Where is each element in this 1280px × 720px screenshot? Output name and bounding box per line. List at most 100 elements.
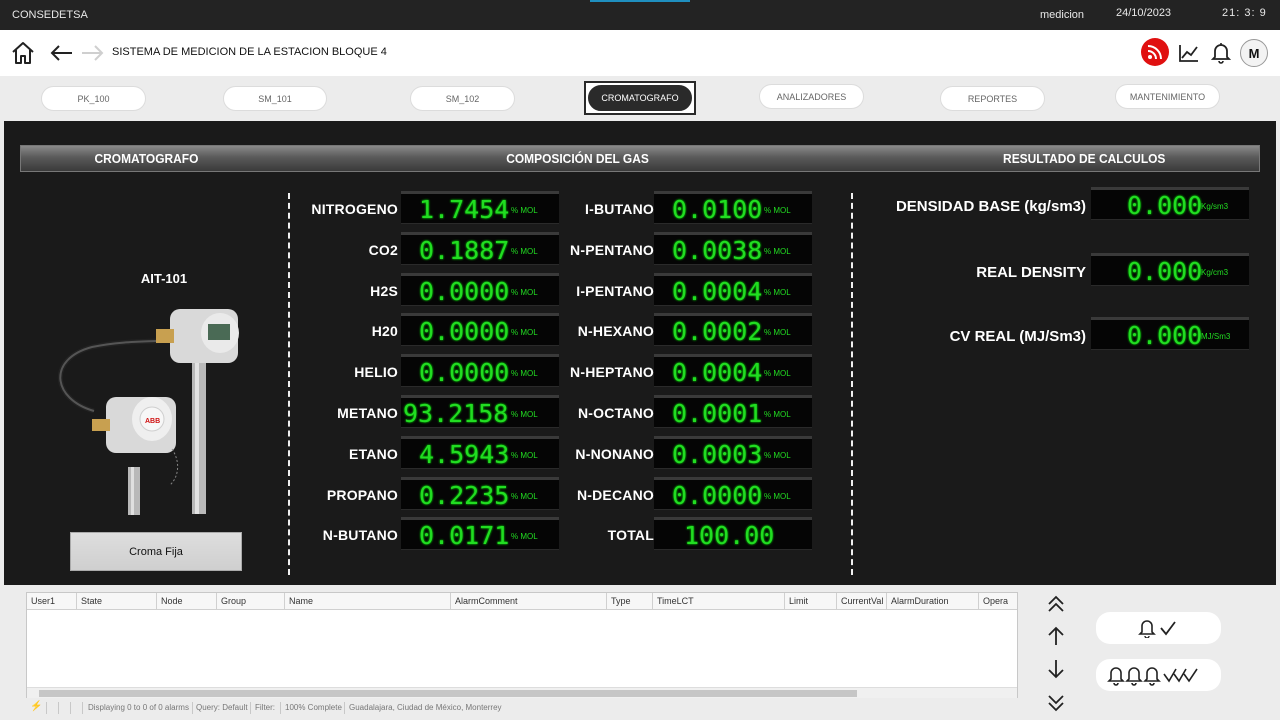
comp-n-nonano-value: 0.0003 xyxy=(672,439,763,469)
label-n-nonano: N-NONANO xyxy=(575,445,654,462)
col-alarm-duration[interactable]: AlarmDuration xyxy=(887,593,979,610)
comp-n-octano-display: 0.0001% MOL xyxy=(654,395,812,428)
col-limit[interactable]: Limit xyxy=(785,593,837,610)
bell-check-icon xyxy=(1137,620,1176,638)
comp-helio-value: 0.0000 xyxy=(419,358,510,388)
status-plug-icon: ⚡ xyxy=(30,701,43,712)
comp-n-heptano-display: 0.0004% MOL xyxy=(654,354,812,388)
col-state[interactable]: State xyxy=(77,593,157,610)
comp-n-octano-value: 0.0001 xyxy=(672,399,763,428)
tab-analizadores[interactable]: ANALIZADORES xyxy=(759,84,864,109)
result-1-value: 0.000 xyxy=(1127,191,1203,220)
scroll-down-icon[interactable] xyxy=(1044,658,1068,680)
result-3-unit: MJ/Sm3 xyxy=(1201,332,1231,341)
col-time-lct[interactable]: TimeLCT xyxy=(653,593,785,610)
label-i-butano: I-BUTANO xyxy=(585,201,654,217)
comp-nitrogeno-value: 1.7454 xyxy=(419,195,510,224)
comp-n-hexano-unit: % MOL xyxy=(764,328,791,338)
gas-chromatograph-image: ABB xyxy=(57,309,239,515)
label-etano: ETANO xyxy=(349,445,398,462)
alarm-bell-icon[interactable] xyxy=(1206,38,1236,68)
tab-reportes[interactable]: REPORTES xyxy=(940,86,1045,111)
result-3-display: 0.000 MJ/Sm3 xyxy=(1091,317,1249,350)
croma-fija-button[interactable]: Croma Fija xyxy=(70,532,242,571)
label-n-hexano: N-HEXANO xyxy=(577,323,654,340)
comp-n-octano-unit: % MOL xyxy=(764,410,791,419)
result-label-3: CV REAL (MJ/Sm3) xyxy=(949,328,1086,345)
label-n-pentano: N-PENTANO xyxy=(570,241,654,258)
comp-n-pentano-display: 0.0038% MOL xyxy=(654,231,812,265)
scroll-bottom-icon[interactable] xyxy=(1044,692,1068,714)
forward-arrow-icon[interactable] xyxy=(78,38,108,68)
user-avatar[interactable]: M xyxy=(1240,39,1268,67)
comp-total-display: 100.00 xyxy=(654,517,812,551)
scroll-up-icon[interactable] xyxy=(1044,625,1068,647)
app-root: CONSEDETSA medicion 24/10/2023 21: 3: 9 … xyxy=(0,0,1280,720)
result-1-display: 0.000 Kg/sm3 xyxy=(1091,187,1249,220)
comp-n-heptano-value: 0.0004 xyxy=(672,358,763,388)
status-filter: Filter: xyxy=(255,703,275,712)
comp-i-butano-unit: % MOL xyxy=(764,206,791,215)
result-2-unit: Kg/cm3 xyxy=(1201,268,1229,277)
col-alarm-comment[interactable]: AlarmComment xyxy=(451,593,607,610)
tab-cromatografo[interactable]: CROMATOGRAFO xyxy=(588,85,692,111)
divider-right xyxy=(851,193,853,575)
alarm-table-header: User1 State Node Group Name AlarmComment… xyxy=(27,593,1017,610)
comp-i-butano-value: 0.0100 xyxy=(672,195,763,224)
comp-n-hexano-value: 0.0002 xyxy=(672,317,763,347)
label-i-pentano: I-PENTANO xyxy=(576,282,654,299)
home-icon[interactable] xyxy=(8,38,38,68)
status-query: Query: Default xyxy=(196,703,248,712)
trend-chart-icon[interactable] xyxy=(1174,38,1204,68)
bells-checks-icon xyxy=(1106,667,1198,686)
label-co2: CO2 xyxy=(368,241,398,258)
result-label-1: DENSIDAD BASE (kg/sm3) xyxy=(895,198,1086,215)
top-bar: CONSEDETSA medicion 24/10/2023 21: 3: 9 xyxy=(0,0,1280,30)
device-brand: ABB xyxy=(145,418,160,425)
label-n-heptano: N-HEPTANO xyxy=(570,364,654,381)
comp-h2s-value: 0.0000 xyxy=(419,276,510,306)
result-2-value: 0.000 xyxy=(1127,257,1203,286)
col-group[interactable]: Group xyxy=(217,593,285,610)
alarm-horizontal-scrollbar[interactable] xyxy=(27,687,1017,698)
comp-n-heptano-unit: % MOL xyxy=(764,369,791,379)
label-total: TOTAL xyxy=(607,527,654,544)
acknowledge-all-alarms-button[interactable] xyxy=(1096,659,1221,691)
col-name[interactable]: Name xyxy=(285,593,451,610)
label-n-butano: N-BUTANO xyxy=(322,527,398,544)
comp-n-pentano-value: 0.0038 xyxy=(672,235,763,265)
label-n-decano: N-DECANO xyxy=(576,486,654,503)
tab-sm-102[interactable]: SM_102 xyxy=(410,86,515,111)
alarm-table[interactable]: User1 State Node Group Name AlarmComment… xyxy=(26,592,1018,698)
label-helio: HELIO xyxy=(354,364,398,381)
scroll-thumb[interactable] xyxy=(39,690,857,697)
col-operator[interactable]: Opera xyxy=(979,593,1017,610)
col-current-val[interactable]: CurrentVal xyxy=(837,593,887,610)
comp-h20-value: 0.0000 xyxy=(419,317,510,347)
col-type[interactable]: Type xyxy=(607,593,653,610)
status-displaying: Displaying 0 to 0 of 0 alarms xyxy=(88,703,189,712)
result-label-2: REAL DENSITY xyxy=(976,264,1086,281)
section-title-composicion: COMPOSICIÓN DEL GAS xyxy=(506,151,649,166)
comp-i-pentano-value: 0.0004 xyxy=(672,276,763,306)
tab-mantenimiento[interactable]: MANTENIMIENTO xyxy=(1115,84,1220,109)
status-complete: 100% Complete xyxy=(285,703,342,712)
status-location: Guadalajara, Ciudad de México, Monterrey xyxy=(349,703,502,712)
acknowledge-alarm-button[interactable] xyxy=(1096,612,1221,644)
label-h20: H20 xyxy=(371,323,398,340)
scroll-top-icon[interactable] xyxy=(1044,593,1068,615)
current-date: 24/10/2023 xyxy=(1116,7,1172,19)
col-node[interactable]: Node xyxy=(157,593,217,610)
current-user: medicion xyxy=(1040,9,1085,21)
comp-propano-value: 0.2235 xyxy=(419,480,510,510)
tab-sm-101[interactable]: SM_101 xyxy=(223,86,327,111)
back-arrow-icon[interactable] xyxy=(46,38,76,68)
result-3-value: 0.000 xyxy=(1127,321,1203,350)
col-user1[interactable]: User1 xyxy=(27,593,77,610)
rss-feed-icon[interactable] xyxy=(1141,38,1169,66)
device-tag: AIT-101 xyxy=(140,271,188,286)
label-propano: PROPANO xyxy=(326,486,398,503)
alarm-status-bar: ⚡ Displaying 0 to 0 of 0 alarms Query: D… xyxy=(26,700,1018,716)
tab-pk-100[interactable]: PK_100 xyxy=(41,86,146,111)
current-time: 21: 3: 9 xyxy=(1222,7,1267,19)
